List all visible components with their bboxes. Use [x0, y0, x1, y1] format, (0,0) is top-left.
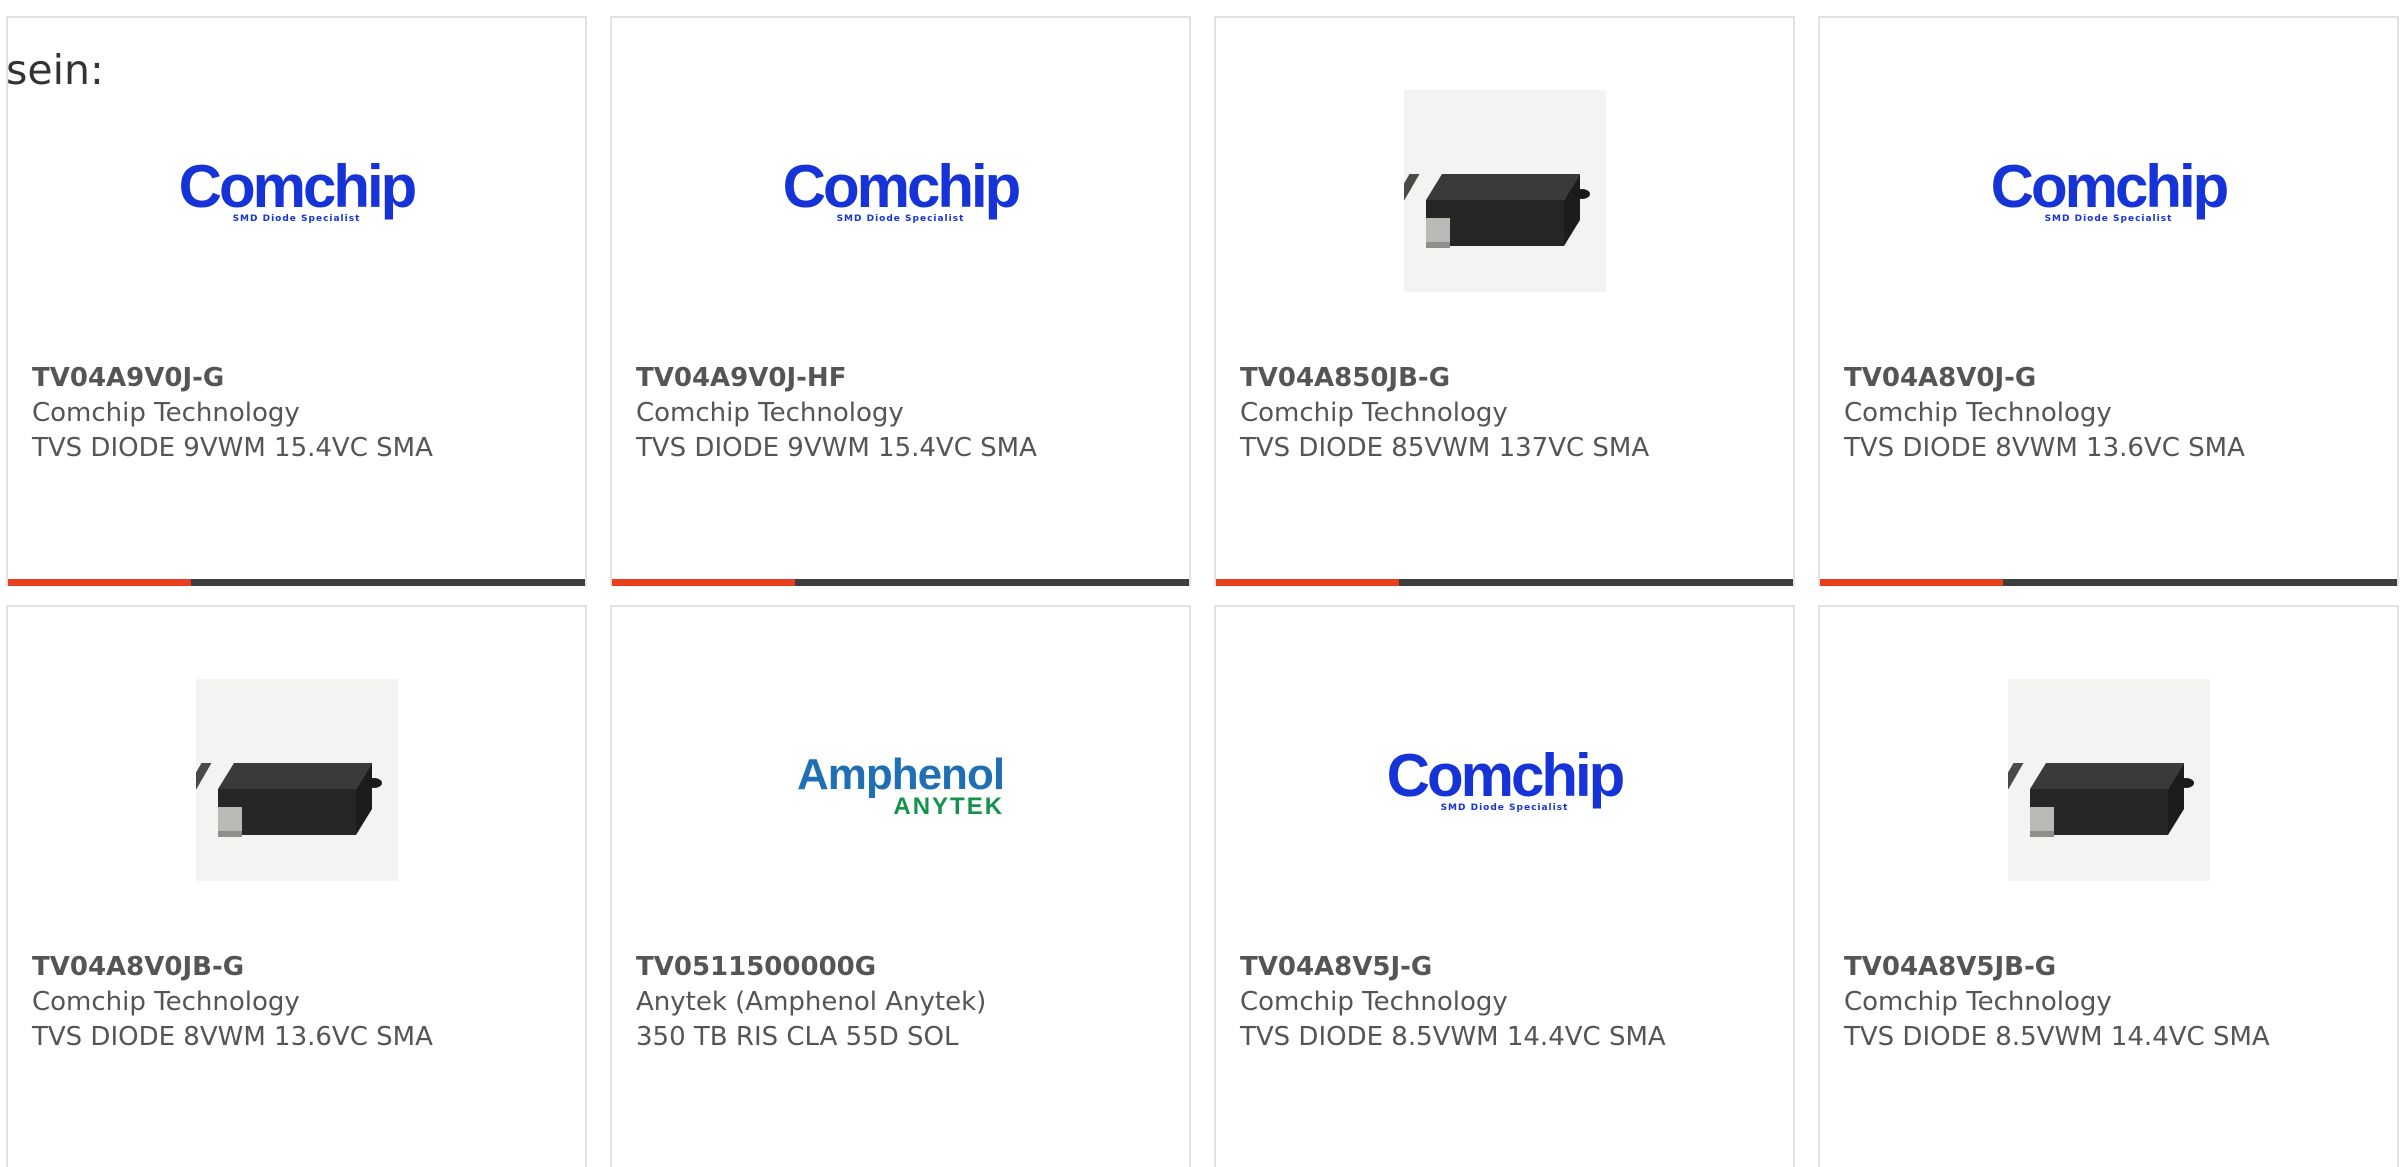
product-description: TVS DIODE 8VWM 13.6VC SMA — [1844, 433, 2245, 463]
product-card[interactable]: TV04A8V0JB-G Comchip Technology TVS DIOD… — [6, 605, 587, 1167]
product-info: TV04A9V0J-G Comchip Technology TVS DIODE… — [32, 361, 575, 466]
product-image[interactable]: Comchip SMD Diode Specialist — [1216, 675, 1793, 885]
card-bottom-bar — [1820, 579, 2397, 586]
product-card[interactable]: Amphenol ANYTEK TV0511500000G Anytek (Am… — [610, 605, 1191, 1167]
part-number-link[interactable]: TV0511500000G — [636, 950, 1179, 985]
sma-package-photo — [2007, 679, 2210, 881]
card-bottom-bar — [8, 579, 585, 586]
manufacturer-name: Comchip Technology — [32, 398, 300, 428]
part-number-link[interactable]: TV04A9V0J-G — [32, 361, 575, 396]
product-description: TVS DIODE 9VWM 15.4VC SMA — [636, 433, 1037, 463]
product-image[interactable]: Comchip SMD Diode Specialist — [612, 86, 1189, 296]
amphenol-anytek-logo: Amphenol ANYTEK — [796, 750, 1005, 820]
product-description: TVS DIODE 85VWM 137VC SMA — [1240, 433, 1650, 463]
product-info: TV04A9V0J-HF Comchip Technology TVS DIOD… — [636, 361, 1179, 466]
manufacturer-name: Comchip Technology — [1844, 987, 2112, 1017]
product-image[interactable]: Amphenol ANYTEK — [612, 675, 1189, 885]
product-info: TV04A8V5J-G Comchip Technology TVS DIODE… — [1240, 950, 1783, 1055]
logo-word: Comchip — [782, 153, 1022, 220]
product-info: TV04A8V0JB-G Comchip Technology TVS DIOD… — [32, 950, 575, 1055]
product-info: TV04A850JB-G Comchip Technology TVS DIOD… — [1240, 361, 1783, 466]
manufacturer-name: Comchip Technology — [1240, 987, 1508, 1017]
part-number-link[interactable]: TV04A9V0J-HF — [636, 361, 1179, 396]
product-image[interactable]: Comchip SMD Diode Specialist — [1820, 86, 2397, 296]
sma-package-photo — [1403, 90, 1606, 292]
part-number-link[interactable]: TV04A8V5J-G — [1240, 950, 1783, 985]
product-card[interactable]: Comchip SMD Diode Specialist TV04A8V0J-G… — [1818, 16, 2399, 586]
logo-tagline: SMD Diode Specialist — [1440, 803, 1569, 813]
sma-package-photo — [195, 679, 398, 881]
card-accent-bar — [612, 579, 795, 586]
product-card[interactable]: Comchip SMD Diode Specialist TV04A8V5J-G… — [1214, 605, 1795, 1167]
intro-text: sein: — [6, 46, 104, 94]
logo-word: Amphenol — [796, 750, 1005, 799]
product-card[interactable]: TV04A8V5JB-G Comchip Technology TVS DIOD… — [1818, 605, 2399, 1167]
product-image[interactable] — [1820, 675, 2397, 885]
product-image[interactable] — [8, 675, 585, 885]
product-card[interactable]: Comchip SMD Diode Specialist TV04A9V0J-H… — [610, 16, 1191, 586]
part-number-link[interactable]: TV04A8V5JB-G — [1844, 950, 2387, 985]
product-image[interactable] — [1216, 86, 1793, 296]
product-description: TVS DIODE 8.5VWM 14.4VC SMA — [1844, 1022, 2270, 1052]
logo-subtitle: ANYTEK — [893, 793, 1005, 820]
logo-tagline: SMD Diode Specialist — [232, 214, 361, 224]
manufacturer-name: Comchip Technology — [1240, 398, 1508, 428]
comchip-logo: Comchip SMD Diode Specialist — [178, 153, 418, 225]
logo-word: Comchip — [1386, 742, 1626, 809]
comchip-logo: Comchip SMD Diode Specialist — [1990, 153, 2230, 225]
logo-word: Comchip — [178, 153, 418, 220]
logo-tagline: SMD Diode Specialist — [2044, 214, 2173, 224]
manufacturer-name: Comchip Technology — [32, 987, 300, 1017]
product-info: TV04A8V5JB-G Comchip Technology TVS DIOD… — [1844, 950, 2387, 1055]
card-bottom-bar — [1216, 579, 1793, 586]
card-accent-bar — [8, 579, 191, 586]
product-description: TVS DIODE 8.5VWM 14.4VC SMA — [1240, 1022, 1666, 1052]
card-accent-bar — [1216, 579, 1399, 586]
part-number-link[interactable]: TV04A8V0JB-G — [32, 950, 575, 985]
product-description: 350 TB RIS CLA 55D SOL — [636, 1022, 959, 1052]
product-info: TV04A8V0J-G Comchip Technology TVS DIODE… — [1844, 361, 2387, 466]
part-number-link[interactable]: TV04A850JB-G — [1240, 361, 1783, 396]
manufacturer-name: Comchip Technology — [636, 398, 904, 428]
product-info: TV0511500000G Anytek (Amphenol Anytek) 3… — [636, 950, 1179, 1055]
product-image[interactable]: Comchip SMD Diode Specialist — [8, 86, 585, 296]
logo-tagline: SMD Diode Specialist — [836, 214, 965, 224]
product-card[interactable]: TV04A850JB-G Comchip Technology TVS DIOD… — [1214, 16, 1795, 586]
comchip-logo: Comchip SMD Diode Specialist — [1386, 742, 1626, 814]
product-card[interactable]: Comchip SMD Diode Specialist TV04A9V0J-G… — [6, 16, 587, 586]
manufacturer-name: Comchip Technology — [1844, 398, 2112, 428]
part-number-link[interactable]: TV04A8V0J-G — [1844, 361, 2387, 396]
comchip-logo: Comchip SMD Diode Specialist — [782, 153, 1022, 225]
manufacturer-name: Anytek (Amphenol Anytek) — [636, 987, 987, 1017]
card-bottom-bar — [612, 579, 1189, 586]
logo-word: Comchip — [1990, 153, 2230, 220]
product-description: TVS DIODE 8VWM 13.6VC SMA — [32, 1022, 433, 1052]
card-accent-bar — [1820, 579, 2003, 586]
product-description: TVS DIODE 9VWM 15.4VC SMA — [32, 433, 433, 463]
